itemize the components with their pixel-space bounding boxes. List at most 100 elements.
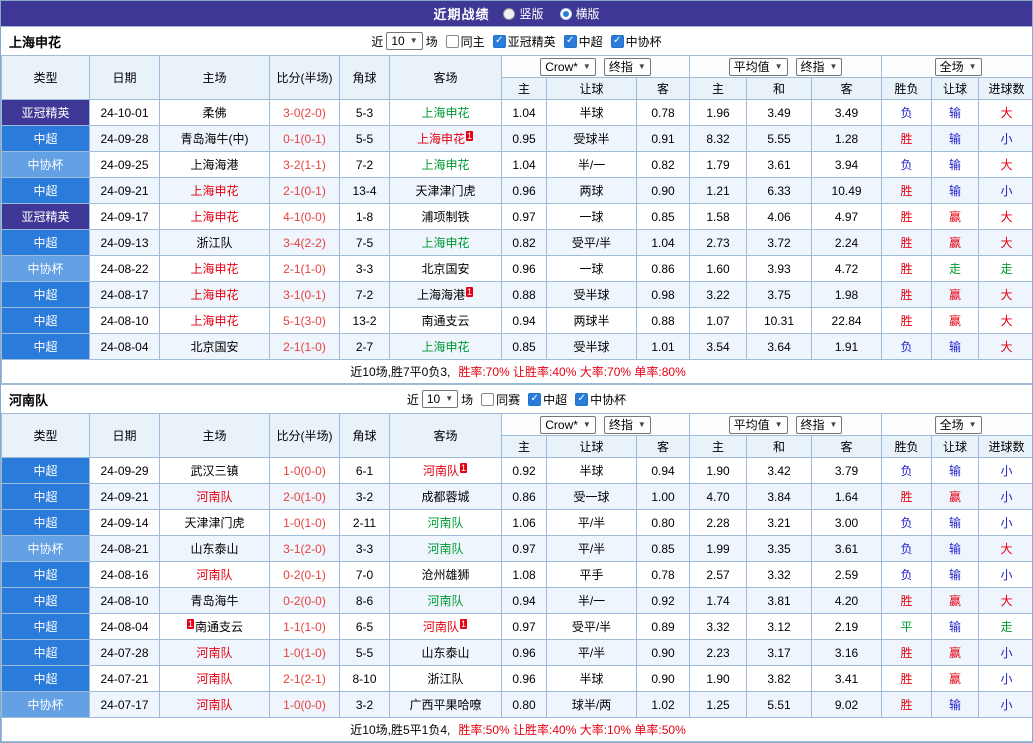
match-score[interactable]: 0-2(0-1) xyxy=(270,562,340,588)
team-link[interactable]: 河南队 xyxy=(196,646,232,660)
asian-odds-time-select[interactable]: 终指▼ xyxy=(604,58,651,76)
euro-odds-time-select[interactable]: 终指▼ xyxy=(796,58,843,76)
recent-count-select[interactable]: 10▼ xyxy=(386,32,422,50)
match-scope-select[interactable]: 全场▼ xyxy=(935,416,982,434)
team-link[interactable]: 武汉三镇 xyxy=(190,464,238,478)
match-score[interactable]: 2-1(0-1) xyxy=(270,178,340,204)
team-link[interactable]: 上海申花 xyxy=(417,132,465,146)
team-link[interactable]: 河南队 xyxy=(196,568,232,582)
team-link[interactable]: 上海申花 xyxy=(421,106,469,120)
team-link[interactable]: 浙江队 xyxy=(196,236,232,250)
team-link[interactable]: 浙江队 xyxy=(427,672,463,686)
checkbox-checked-icon: ✓ xyxy=(528,393,541,406)
match-score[interactable]: 2-1(1-0) xyxy=(270,256,340,282)
team-link[interactable]: 上海海港 xyxy=(417,288,465,302)
team-link[interactable]: 广西平果哈嘹 xyxy=(409,698,481,712)
filter-checkbox[interactable]: 同主 xyxy=(446,33,485,50)
asian-odds-source-select[interactable]: Crow*▼ xyxy=(540,416,596,434)
team-link[interactable]: 河南队 xyxy=(196,672,232,686)
match-score[interactable]: 0-1(0-1) xyxy=(270,126,340,152)
handicap-outcome: 输 xyxy=(932,178,979,204)
match-score[interactable]: 3-0(2-0) xyxy=(270,100,340,126)
team-link[interactable]: 河南队 xyxy=(196,490,232,504)
team-link[interactable]: 河南队 xyxy=(427,516,463,530)
team-link[interactable]: 浦项制铁 xyxy=(421,210,469,224)
match-score[interactable]: 0-2(0-0) xyxy=(270,588,340,614)
team-link[interactable]: 河南队 xyxy=(423,620,459,634)
layout-radio-horizontal[interactable]: 横版 xyxy=(560,5,600,22)
filter-checkbox[interactable]: ✓中超 xyxy=(564,33,603,50)
team-link[interactable]: 河南队 xyxy=(196,698,232,712)
match-score[interactable]: 3-4(2-2) xyxy=(270,230,340,256)
team-link[interactable]: 天津津门虎 xyxy=(184,516,244,530)
match-score[interactable]: 1-0(1-0) xyxy=(270,640,340,666)
layout-radio-vertical[interactable]: 竖版 xyxy=(503,5,543,22)
euro-odds-value: 5.55 xyxy=(747,126,812,152)
filter-checkbox[interactable]: 同赛 xyxy=(481,391,520,408)
match-score[interactable]: 4-1(0-0) xyxy=(270,204,340,230)
match-score[interactable]: 5-1(3-0) xyxy=(270,308,340,334)
match-score[interactable]: 1-0(0-0) xyxy=(270,458,340,484)
team-link[interactable]: 上海申花 xyxy=(421,158,469,172)
euro-odds-source-select[interactable]: 平均值▼ xyxy=(729,58,788,76)
match-row: 中超24-09-14天津津门虎1-0(1-0)2-11河南队1.06平/半0.8… xyxy=(2,510,1033,536)
match-score[interactable]: 2-1(1-0) xyxy=(270,334,340,360)
match-date: 24-10-01 xyxy=(90,100,160,126)
handicap-outcome: 输 xyxy=(932,334,979,360)
match-score[interactable]: 3-2(1-1) xyxy=(270,152,340,178)
team-link[interactable]: 上海申花 xyxy=(421,340,469,354)
filter-checkbox[interactable]: ✓中超 xyxy=(528,391,567,408)
match-score[interactable]: 3-1(2-0) xyxy=(270,536,340,562)
team-link[interactable]: 青岛海牛 xyxy=(190,594,238,608)
match-score[interactable]: 2-1(2-1) xyxy=(270,666,340,692)
team-link[interactable]: 上海申花 xyxy=(421,236,469,250)
team-link[interactable]: 河南队 xyxy=(423,464,459,478)
away-team-cell: 沧州雄狮 xyxy=(390,562,502,588)
asian-odds-value: 半/一 xyxy=(547,152,637,178)
result-outcome: 负 xyxy=(882,100,932,126)
team-link[interactable]: 山东泰山 xyxy=(190,542,238,556)
filter-checkbox[interactable]: ✓亚冠精英 xyxy=(493,33,556,50)
match-scope-select[interactable]: 全场▼ xyxy=(935,58,982,76)
odds-header-cell: 平均值▼ 终指▼ xyxy=(690,414,882,436)
asian-odds-value: 两球 xyxy=(547,178,637,204)
column-result-2: 进球数 xyxy=(979,436,1033,458)
match-score[interactable]: 2-0(1-0) xyxy=(270,484,340,510)
team-link[interactable]: 天津津门虎 xyxy=(415,184,475,198)
team-link[interactable]: 河南队 xyxy=(427,542,463,556)
away-team-cell: 上海申花1 xyxy=(390,126,502,152)
radio-unselected-icon xyxy=(503,8,515,20)
match-score[interactable]: 3-1(0-1) xyxy=(270,282,340,308)
team-link[interactable]: 上海申花 xyxy=(190,210,238,224)
team-link[interactable]: 柔佛 xyxy=(202,106,226,120)
asian-odds-time-select[interactable]: 终指▼ xyxy=(604,416,651,434)
match-score[interactable]: 1-1(1-0) xyxy=(270,614,340,640)
euro-odds-time-select[interactable]: 终指▼ xyxy=(796,416,843,434)
column-away: 客场 xyxy=(390,56,502,100)
team-link[interactable]: 山东泰山 xyxy=(421,646,469,660)
team-link[interactable]: 上海申花 xyxy=(190,184,238,198)
goals-outcome: 大 xyxy=(979,588,1033,614)
team-link[interactable]: 南通支云 xyxy=(195,620,243,634)
team-link[interactable]: 上海申花 xyxy=(190,314,238,328)
recent-count-select[interactable]: 10▼ xyxy=(422,390,458,408)
team-link[interactable]: 上海申花 xyxy=(190,288,238,302)
euro-odds-source-select[interactable]: 平均值▼ xyxy=(729,416,788,434)
match-score[interactable]: 1-0(1-0) xyxy=(270,510,340,536)
team-link[interactable]: 河南队 xyxy=(427,594,463,608)
team-link[interactable]: 青岛海牛(中) xyxy=(181,132,249,146)
team-link[interactable]: 南通支云 xyxy=(421,314,469,328)
euro-odds-value: 1.90 xyxy=(690,666,747,692)
filter-checkbox[interactable]: ✓中协杯 xyxy=(611,33,662,50)
filter-checkbox[interactable]: ✓中协杯 xyxy=(575,391,626,408)
team-link[interactable]: 成都蓉城 xyxy=(421,490,469,504)
asian-odds-source-select[interactable]: Crow*▼ xyxy=(540,58,596,76)
team-link[interactable]: 北京国安 xyxy=(190,340,238,354)
team-link[interactable]: 上海海港 xyxy=(190,158,238,172)
column-score: 比分(半场) xyxy=(270,414,340,458)
team-link[interactable]: 沧州雄狮 xyxy=(421,568,469,582)
team-link[interactable]: 上海申花 xyxy=(190,262,238,276)
match-score[interactable]: 1-0(0-0) xyxy=(270,692,340,718)
result-outcome: 胜 xyxy=(882,640,932,666)
team-link[interactable]: 北京国安 xyxy=(421,262,469,276)
